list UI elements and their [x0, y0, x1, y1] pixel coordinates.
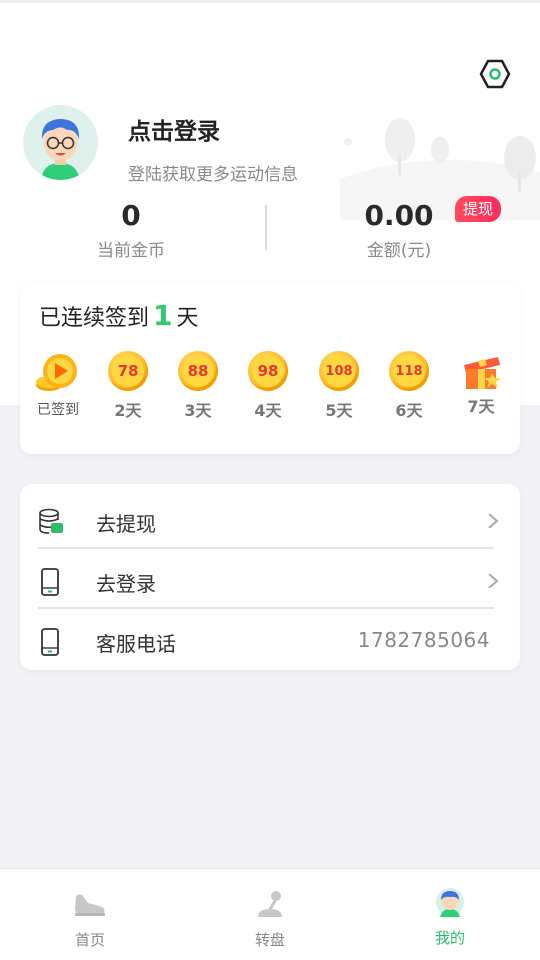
avatar-icon	[436, 888, 464, 917]
signin-day-4[interactable]: 98 4天	[238, 351, 298, 421]
withdraw-badge[interactable]: 提现	[455, 196, 502, 222]
day-label: 6天	[395, 401, 423, 420]
signin-prefix: 已连续签到	[39, 306, 150, 331]
coin-reward: 88	[182, 355, 214, 387]
avatar[interactable]	[23, 105, 98, 180]
chevron-right-icon	[488, 514, 499, 528]
signin-suffix: 天	[176, 306, 199, 331]
coin-icon: 98	[248, 351, 288, 391]
signin-day-1[interactable]: 已签到	[28, 351, 88, 419]
signin-day-5[interactable]: 108 5天	[309, 351, 369, 421]
settings-button[interactable]	[478, 57, 512, 91]
tab-label: 转盘	[254, 931, 285, 949]
tab-mine[interactable]: 我的	[360, 869, 540, 960]
joystick-icon	[258, 891, 282, 917]
customer-service-phone[interactable]: 1782785064	[358, 628, 490, 652]
tab-label: 首页	[74, 931, 105, 949]
coins-value: 0	[121, 199, 141, 232]
menu-divider	[38, 547, 494, 549]
signin-card: 已连续签到 1 天 已签到 78 2天 88 3天 98 4天 108 5天 118…	[20, 283, 520, 454]
coin-icon: 78	[108, 351, 148, 391]
signin-day-2[interactable]: 78 2天	[98, 351, 158, 421]
amount-label: 金额(元)	[366, 241, 432, 261]
coins-label: 当前金币	[97, 241, 165, 261]
day-label: 5天	[325, 401, 353, 420]
day-label: 7天	[467, 397, 495, 416]
signin-days-count: 1	[153, 299, 173, 332]
menu-label: 去登录	[96, 572, 156, 596]
day-label: 已签到	[37, 402, 79, 418]
day-label: 2天	[114, 401, 142, 420]
menu-item-login[interactable]: 去登录	[20, 550, 520, 610]
coin-icon: 118	[389, 351, 429, 391]
signin-day-6[interactable]: 118 6天	[379, 351, 439, 421]
coins-stat: 0 当前金币	[6, 198, 256, 261]
wallet-icon	[39, 508, 63, 534]
day-label: 4天	[254, 401, 282, 420]
menu-label: 客服电话	[96, 632, 176, 656]
coin-icon: 108	[319, 351, 359, 391]
menu-item-customer-service[interactable]: 客服电话 1782785064	[20, 610, 520, 670]
menu-card: 去提现 去登录 客服电话 1782785064	[20, 484, 520, 670]
avatar-boy-icon	[41, 119, 80, 180]
signin-title: 已连续签到 1 天	[39, 299, 199, 332]
coin-reward: 98	[252, 355, 284, 387]
shoe-icon	[75, 894, 105, 916]
tab-label: 我的	[434, 929, 465, 947]
phone-icon	[41, 568, 59, 596]
day-label: 3天	[184, 401, 212, 420]
tab-wheel[interactable]: 转盘	[180, 869, 360, 960]
menu-divider	[38, 607, 494, 609]
menu-item-withdraw[interactable]: 去提现	[20, 490, 520, 550]
settings-hexagon-icon	[479, 59, 511, 89]
gift-box-icon	[464, 357, 501, 389]
coin-icon: 88	[178, 351, 218, 391]
menu-label: 去提现	[96, 512, 156, 536]
chevron-right-icon	[488, 574, 499, 588]
bottom-tab-bar: 首页 转盘 我的	[0, 868, 540, 960]
coin-reward: 78	[112, 355, 144, 387]
status-bar-edge	[0, 0, 540, 3]
coin-reward: 108	[323, 355, 355, 387]
coin-reward: 118	[393, 355, 425, 387]
login-subtitle: 登陆获取更多运动信息	[128, 165, 298, 185]
signed-coins-icon	[36, 354, 77, 391]
tab-home[interactable]: 首页	[0, 869, 180, 960]
phone-icon	[41, 628, 59, 656]
signin-day-3[interactable]: 88 3天	[168, 351, 228, 421]
signin-day-7[interactable]: 7天	[451, 351, 511, 417]
login-title[interactable]: 点击登录	[128, 112, 220, 146]
stats-divider	[265, 205, 267, 250]
